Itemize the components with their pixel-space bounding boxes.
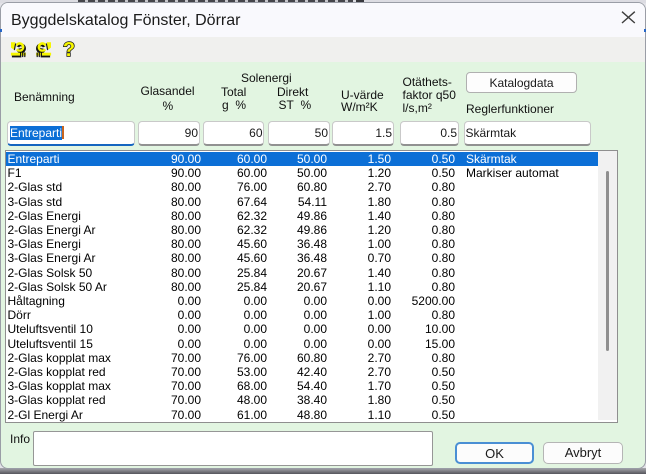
svg-text:?: ? bbox=[63, 39, 75, 60]
